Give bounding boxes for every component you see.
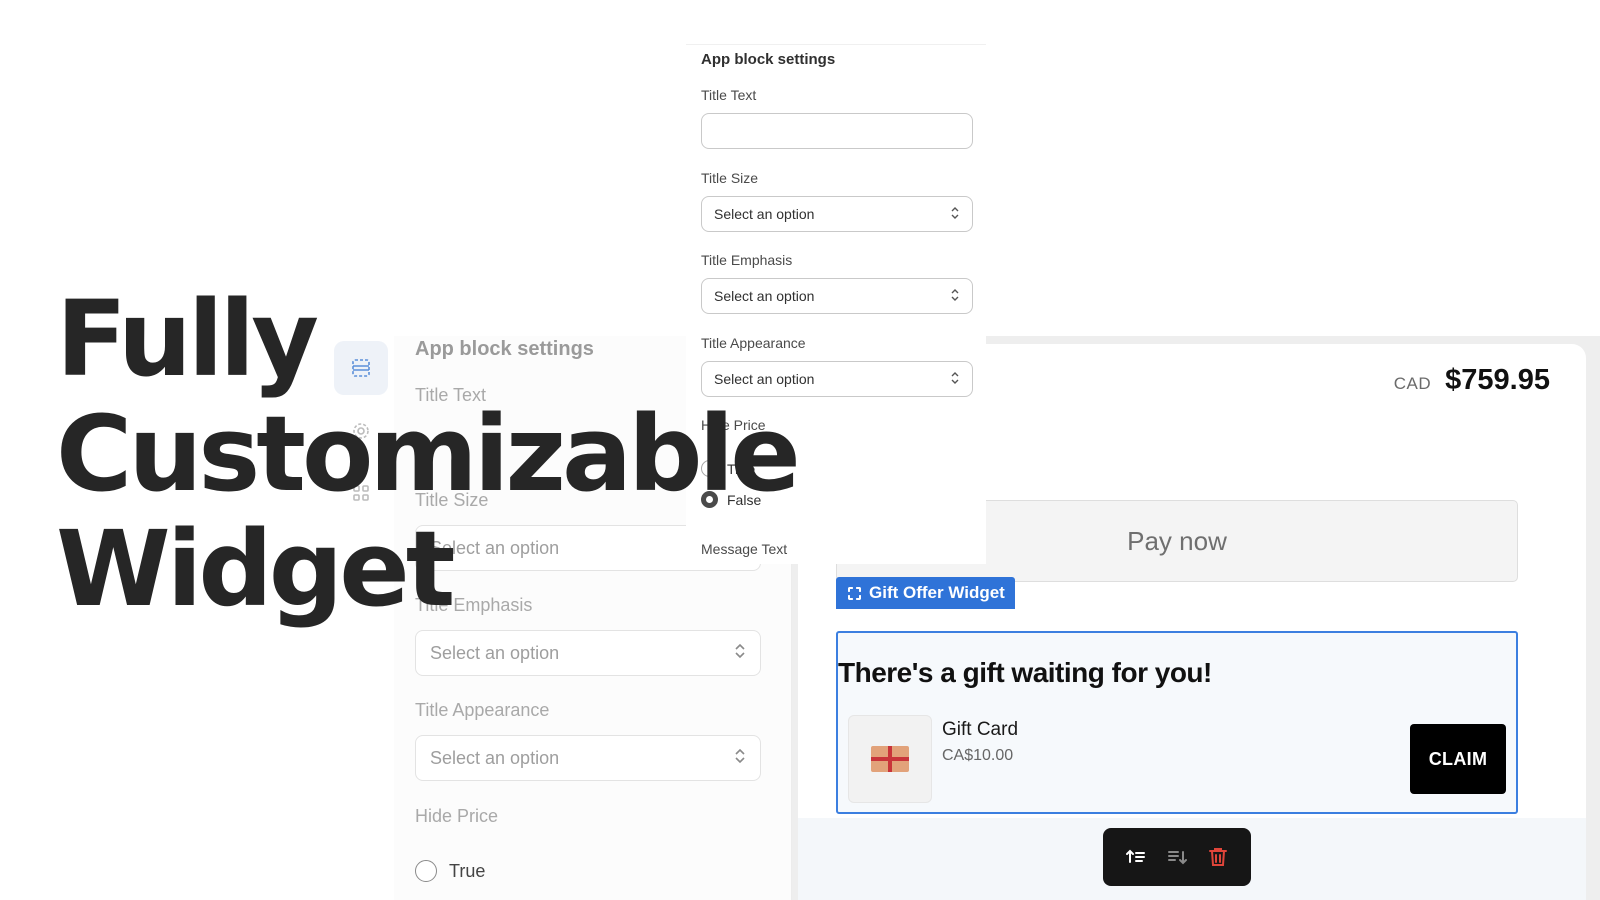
canvas: CAD $759.95 Pay now Gift Offer Widget Th… (0, 0, 1600, 900)
currency-code: CAD (1393, 374, 1432, 393)
move-up-icon[interactable] (1121, 842, 1151, 872)
gift-box-icon (871, 746, 909, 772)
chevron-updown-icon (734, 747, 746, 770)
gift-product-price: CA$10.00 (942, 747, 1014, 764)
gift-product-name: Gift Card (942, 719, 1019, 740)
title-text-label: Title Text (701, 87, 757, 103)
back-title-appearance-label: Title Appearance (415, 700, 550, 720)
widget-heading: There's a gift waiting for you! (838, 657, 1212, 688)
back-hide-price-label: Hide Price (415, 806, 499, 826)
block-select-icon (848, 586, 861, 600)
title-size-value: Select an option (714, 206, 815, 222)
hero-headline: Fully Customizable Widget (56, 278, 801, 630)
hero-line-1: Fully (56, 278, 319, 400)
radio-circle (415, 860, 437, 882)
hero-line-2: Customizable (56, 393, 801, 515)
chevron-updown-icon (734, 642, 746, 665)
back-title-appearance-value: Select an option (430, 747, 560, 768)
back-title-emphasis-select[interactable]: Select an option (415, 630, 761, 676)
widget-tag[interactable]: Gift Offer Widget (836, 577, 1015, 609)
claim-button[interactable]: CLAIM (1410, 724, 1506, 794)
back-title-appearance-select[interactable]: Select an option (415, 735, 761, 781)
gift-offer-widget[interactable]: There's a gift waiting for you! Gift Car… (836, 631, 1518, 814)
widget-tag-label: Gift Offer Widget (869, 583, 1005, 602)
chevron-updown-icon (950, 287, 960, 306)
order-total: CAD $759.95 (1394, 364, 1550, 397)
title-emphasis-label: Title Emphasis (701, 252, 793, 268)
gift-card-image (848, 715, 932, 803)
chevron-updown-icon (950, 205, 960, 224)
panel-heading: App block settings (701, 51, 836, 68)
title-size-select[interactable]: Select an option (701, 196, 973, 232)
back-hide-price-true-radio[interactable]: True (415, 860, 485, 882)
back-title-emphasis-value: Select an option (430, 642, 560, 663)
move-down-icon[interactable] (1162, 842, 1192, 872)
total-price: $759.95 (1445, 364, 1550, 396)
block-toolbar (1103, 828, 1251, 886)
title-text-input[interactable] (701, 113, 973, 149)
title-size-label: Title Size (701, 170, 759, 186)
delete-icon[interactable] (1203, 842, 1233, 872)
hero-line-3: Widget (56, 508, 456, 630)
back-hide-price-true-label: True (449, 860, 486, 881)
chevron-updown-icon (950, 370, 960, 389)
